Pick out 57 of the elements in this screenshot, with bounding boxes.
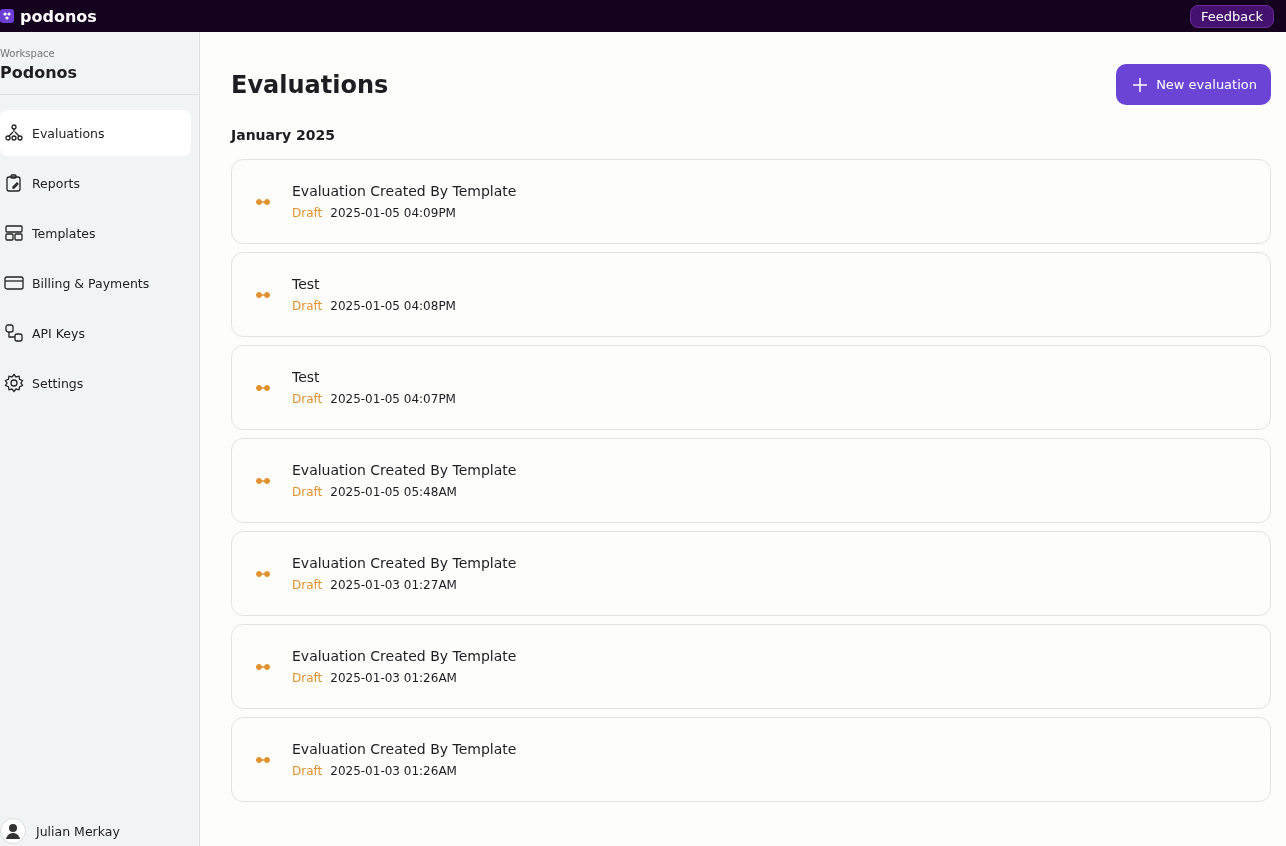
evaluation-card[interactable]: Evaluation Created By Template Draft 2025-01-05 04:09PM (231, 159, 1271, 244)
status-text: Draft (292, 485, 323, 499)
status-text: Draft (292, 392, 323, 406)
clipboard-icon (4, 173, 24, 193)
status-dots-icon (256, 663, 270, 670)
logo-icon (0, 9, 14, 23)
evaluation-card[interactable]: Test Draft 2025-01-05 04:08PM (231, 252, 1271, 337)
sidebar-item[interactable]: Evaluations (0, 110, 191, 156)
evaluation-title: Evaluation Created By Template (292, 462, 517, 478)
evaluation-card[interactable]: Evaluation Created By Template Draft 2025-01-03 01:26AM (231, 624, 1271, 709)
date-text: 2025-01-05 05:48AM (330, 485, 457, 499)
evaluation-title: Evaluation Created By Template (292, 183, 517, 199)
nodes-icon (4, 123, 24, 143)
evaluation-title: Test (292, 276, 321, 292)
evaluation-card[interactable]: Test Draft 2025-01-05 04:07PM (231, 345, 1271, 430)
layout-icon (4, 223, 24, 243)
evaluation-title: Evaluation Created By Template (292, 555, 517, 571)
status-text: Draft (292, 299, 323, 313)
month-heading: January 2025 (231, 127, 336, 143)
evaluation-card[interactable]: Evaluation Created By Template Draft 2025-01-05 05:48AM (231, 438, 1271, 523)
logo-text[interactable]: podonos (20, 6, 97, 26)
evaluation-title: Evaluation Created By Template (292, 741, 517, 757)
date-text: 2025-01-05 04:09PM (330, 206, 456, 220)
status-text: Draft (292, 671, 323, 685)
new-evaluation-button[interactable]: New evaluation (1116, 64, 1271, 105)
date-text: 2025-01-03 01:26AM (330, 671, 457, 685)
plus-icon (1132, 76, 1149, 93)
settings-icon (4, 373, 24, 393)
user-name[interactable]: Julian Merkay (36, 823, 120, 839)
sidebar-item[interactable]: Billing & Payments (0, 260, 191, 306)
status-text: Draft (292, 206, 323, 220)
evaluation-card[interactable]: Evaluation Created By Template Draft 2025-01-03 01:26AM (231, 717, 1271, 802)
status-dots-icon (256, 291, 270, 298)
status-text: Draft (292, 578, 323, 592)
evaluation-title: Test (292, 369, 321, 385)
sidebar-item[interactable]: Reports (0, 160, 191, 206)
workspace-label: Workspace (0, 48, 56, 59)
evaluation-title: Evaluation Created By Template (292, 648, 517, 664)
page-title: Evaluations (231, 70, 389, 99)
status-dots-icon (256, 756, 270, 763)
status-text: Draft (292, 764, 323, 778)
date-text: 2025-01-03 01:27AM (330, 578, 457, 592)
sidebar-item[interactable]: Settings (0, 360, 191, 406)
workspace-name[interactable]: Podonos (0, 63, 199, 82)
feedback-button[interactable]: Feedback (1190, 4, 1274, 28)
sidebar-item[interactable]: API Keys (0, 310, 191, 356)
date-text: 2025-01-05 04:08PM (330, 299, 456, 313)
linked-squares-icon (4, 323, 24, 343)
date-text: 2025-01-03 01:26AM (330, 764, 457, 778)
status-dots-icon (256, 384, 270, 391)
evaluation-card[interactable]: Evaluation Created By Template Draft 2025-01-03 01:27AM (231, 531, 1271, 616)
credit-card-icon (4, 273, 24, 293)
status-dots-icon (256, 198, 270, 205)
sidebar-item[interactable]: Templates (0, 210, 191, 256)
date-text: 2025-01-05 04:07PM (330, 392, 456, 406)
status-dots-icon (256, 570, 270, 577)
status-dots-icon (256, 477, 270, 484)
